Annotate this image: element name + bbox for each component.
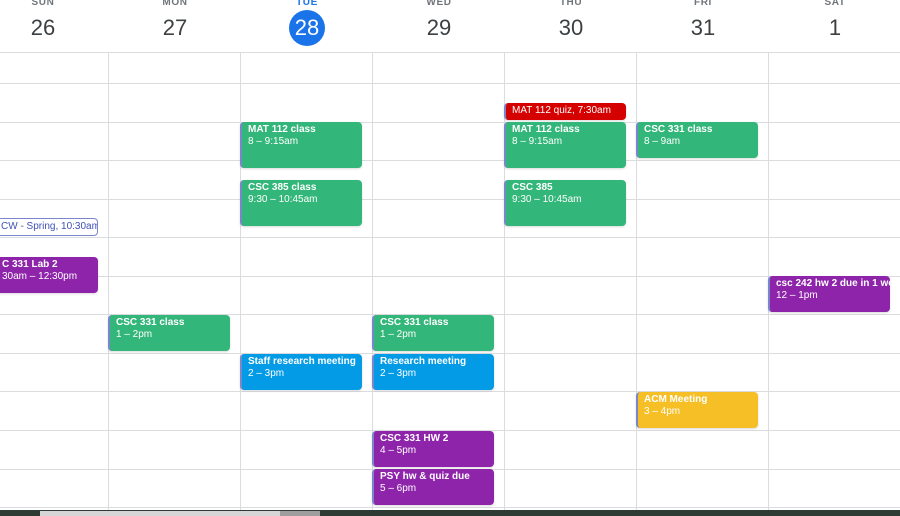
day-of-week: SUN <box>31 0 55 8</box>
event-time: 1 – 2pm <box>380 329 417 340</box>
event-tue-csc385-class[interactable]: CSC 385 class 9:30 – 10:45am <box>240 180 362 226</box>
event-time: 5 – 6pm <box>380 483 417 494</box>
day-divider <box>636 34 637 510</box>
event-time: 8 – 9:15am <box>512 136 563 147</box>
scrollbar-thumb[interactable] <box>280 511 320 516</box>
event-title: MAT 112 class <box>248 124 316 135</box>
day-header-fri[interactable]: FRI 31 <box>637 0 769 52</box>
grid-line <box>0 83 900 84</box>
event-sat-csc242-hw2-due[interactable]: csc 242 hw 2 due in 1 wee 12 – 1pm <box>768 276 890 312</box>
event-thu-mat112-class[interactable]: MAT 112 class 8 – 9:15am <box>504 122 626 168</box>
event-title: Research meeting <box>380 356 467 367</box>
scrollbar-track[interactable] <box>40 511 280 516</box>
day-of-week: TUE <box>296 0 318 8</box>
event-wed-csc331-hw2[interactable]: CSC 331 HW 2 4 – 5pm <box>372 431 494 467</box>
today-date-badge: 28 <box>289 10 325 46</box>
event-fri-csc331-class[interactable]: CSC 331 class 8 – 9am <box>636 122 758 158</box>
event-title: MAT 112 quiz, 7:30am <box>512 105 611 116</box>
day-of-week: MON <box>162 0 188 8</box>
event-title: C 331 Lab 2 <box>2 259 58 270</box>
week-header: SUN 26 MON 27 TUE 28 WED 29 THU 30 FRI 3… <box>0 0 900 52</box>
event-title: CSC 331 class <box>644 124 713 135</box>
event-time: 4 – 5pm <box>380 445 417 456</box>
event-title: Staff research meeting <box>248 356 356 367</box>
grid-line <box>0 507 900 508</box>
day-number: 26 <box>30 15 56 40</box>
grid-line <box>0 391 900 392</box>
day-of-week: THU <box>559 0 583 8</box>
event-wed-psy-hw-quiz[interactable]: PSY hw & quiz due 5 – 6pm <box>372 469 494 505</box>
event-title: CSC 385 class <box>248 182 317 193</box>
day-number: 1 <box>828 15 842 40</box>
day-header-sun[interactable]: SUN 26 <box>0 0 109 52</box>
event-wed-research-meeting[interactable]: Research meeting 2 – 3pm <box>372 354 494 390</box>
event-tue-mat112-class[interactable]: MAT 112 class 8 – 9:15am <box>240 122 362 168</box>
event-title: CSC 331 class <box>380 317 449 328</box>
day-number: 31 <box>690 15 716 40</box>
day-header-tue[interactable]: TUE 28 <box>241 0 373 52</box>
grid-line <box>0 122 900 123</box>
event-fri-acm-meeting[interactable]: ACM Meeting 3 – 4pm <box>636 392 758 428</box>
event-tue-staff-research-meeting[interactable]: Staff research meeting 2 – 3pm <box>240 354 362 390</box>
day-of-week: FRI <box>694 0 712 8</box>
event-time: 3 – 4pm <box>644 406 681 417</box>
event-thu-mat112-quiz[interactable]: MAT 112 quiz, 7:30am <box>504 103 626 120</box>
event-time: 2 – 3pm <box>248 368 285 379</box>
event-thu-csc385[interactable]: CSC 385 9:30 – 10:45am <box>504 180 626 226</box>
event-time: 9:30 – 10:45am <box>248 194 318 205</box>
event-title: MAT 112 class <box>512 124 580 135</box>
event-mon-csc331-class[interactable]: CSC 331 class 1 – 2pm <box>108 315 230 351</box>
event-time: 12 – 1pm <box>776 290 818 301</box>
grid-line <box>0 52 900 53</box>
event-time: 8 – 9am <box>644 136 681 147</box>
event-time: 30am – 12:30pm <box>2 271 78 282</box>
event-time: 1 – 2pm <box>116 329 153 340</box>
event-title: CSC 385 <box>512 182 553 193</box>
event-title: CW - Spring, 10:30am <box>1 221 98 232</box>
day-header-wed[interactable]: WED 29 <box>373 0 505 52</box>
event-time: 9:30 – 10:45am <box>512 194 582 205</box>
day-header-thu[interactable]: THU 30 <box>505 0 637 52</box>
event-cw-spring[interactable]: CW - Spring, 10:30am <box>0 218 98 236</box>
day-number: 27 <box>162 15 188 40</box>
day-of-week: WED <box>426 0 452 8</box>
day-header-mon[interactable]: MON 27 <box>109 0 241 52</box>
event-title: CSC 331 class <box>116 317 185 328</box>
day-header-sat[interactable]: SAT 1 <box>769 0 900 52</box>
event-title: PSY hw & quiz due <box>380 471 470 482</box>
event-csc331-lab2[interactable]: C 331 Lab 2 30am – 12:30pm <box>0 257 98 293</box>
day-number: 29 <box>426 15 452 40</box>
event-time: 8 – 9:15am <box>248 136 299 147</box>
day-of-week: SAT <box>824 0 846 8</box>
event-title: ACM Meeting <box>644 394 708 405</box>
grid-line <box>0 199 900 200</box>
day-divider <box>240 34 241 510</box>
event-title: csc 242 hw 2 due in 1 wee <box>776 278 890 289</box>
day-number: 30 <box>558 15 584 40</box>
event-wed-csc331-class[interactable]: CSC 331 class 1 – 2pm <box>372 315 494 351</box>
event-title: CSC 331 HW 2 <box>380 433 449 444</box>
grid-line <box>0 160 900 161</box>
event-time: 2 – 3pm <box>380 368 417 379</box>
day-divider <box>768 34 769 510</box>
grid-line <box>0 276 900 277</box>
grid-line <box>0 237 900 238</box>
day-divider <box>108 34 109 510</box>
